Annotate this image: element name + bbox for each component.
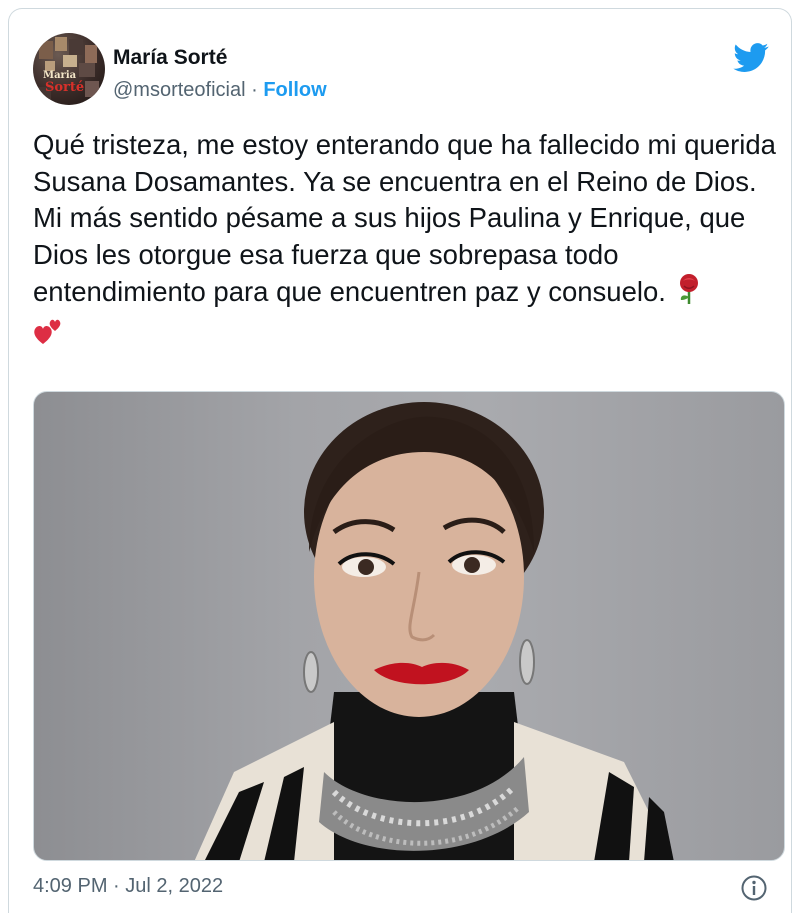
rose-emoji	[674, 273, 704, 315]
tweet-text: Qué tristeza, me estoy enterando que ha …	[33, 129, 776, 307]
follow-button[interactable]: Follow	[263, 79, 326, 101]
author-name[interactable]: María Sorté	[113, 46, 227, 70]
tweet-media-photo[interactable]	[33, 391, 785, 861]
avatar-text-sorte: Sorté	[45, 80, 85, 95]
separator: ·	[245, 79, 264, 101]
woman-portrait-photo	[194, 402, 674, 860]
avatar[interactable]: Maria Sorté	[33, 33, 105, 105]
info-icon[interactable]	[741, 875, 767, 901]
tweet-body: Qué tristeza, me estoy enterando que ha …	[33, 127, 781, 355]
twitter-bird-icon[interactable]	[733, 43, 769, 73]
handle-row: @msorteoficial · Follow	[113, 79, 327, 102]
tweet-card: Maria Sorté María Sorté @msorteoficial ·…	[8, 8, 792, 913]
two-hearts-emoji	[33, 316, 63, 356]
author-handle[interactable]: @msorteoficial	[113, 79, 246, 101]
avatar-text-maria: Maria	[43, 70, 77, 81]
tweet-timestamp[interactable]: 4:09 PM · Jul 2, 2022	[33, 875, 223, 898]
